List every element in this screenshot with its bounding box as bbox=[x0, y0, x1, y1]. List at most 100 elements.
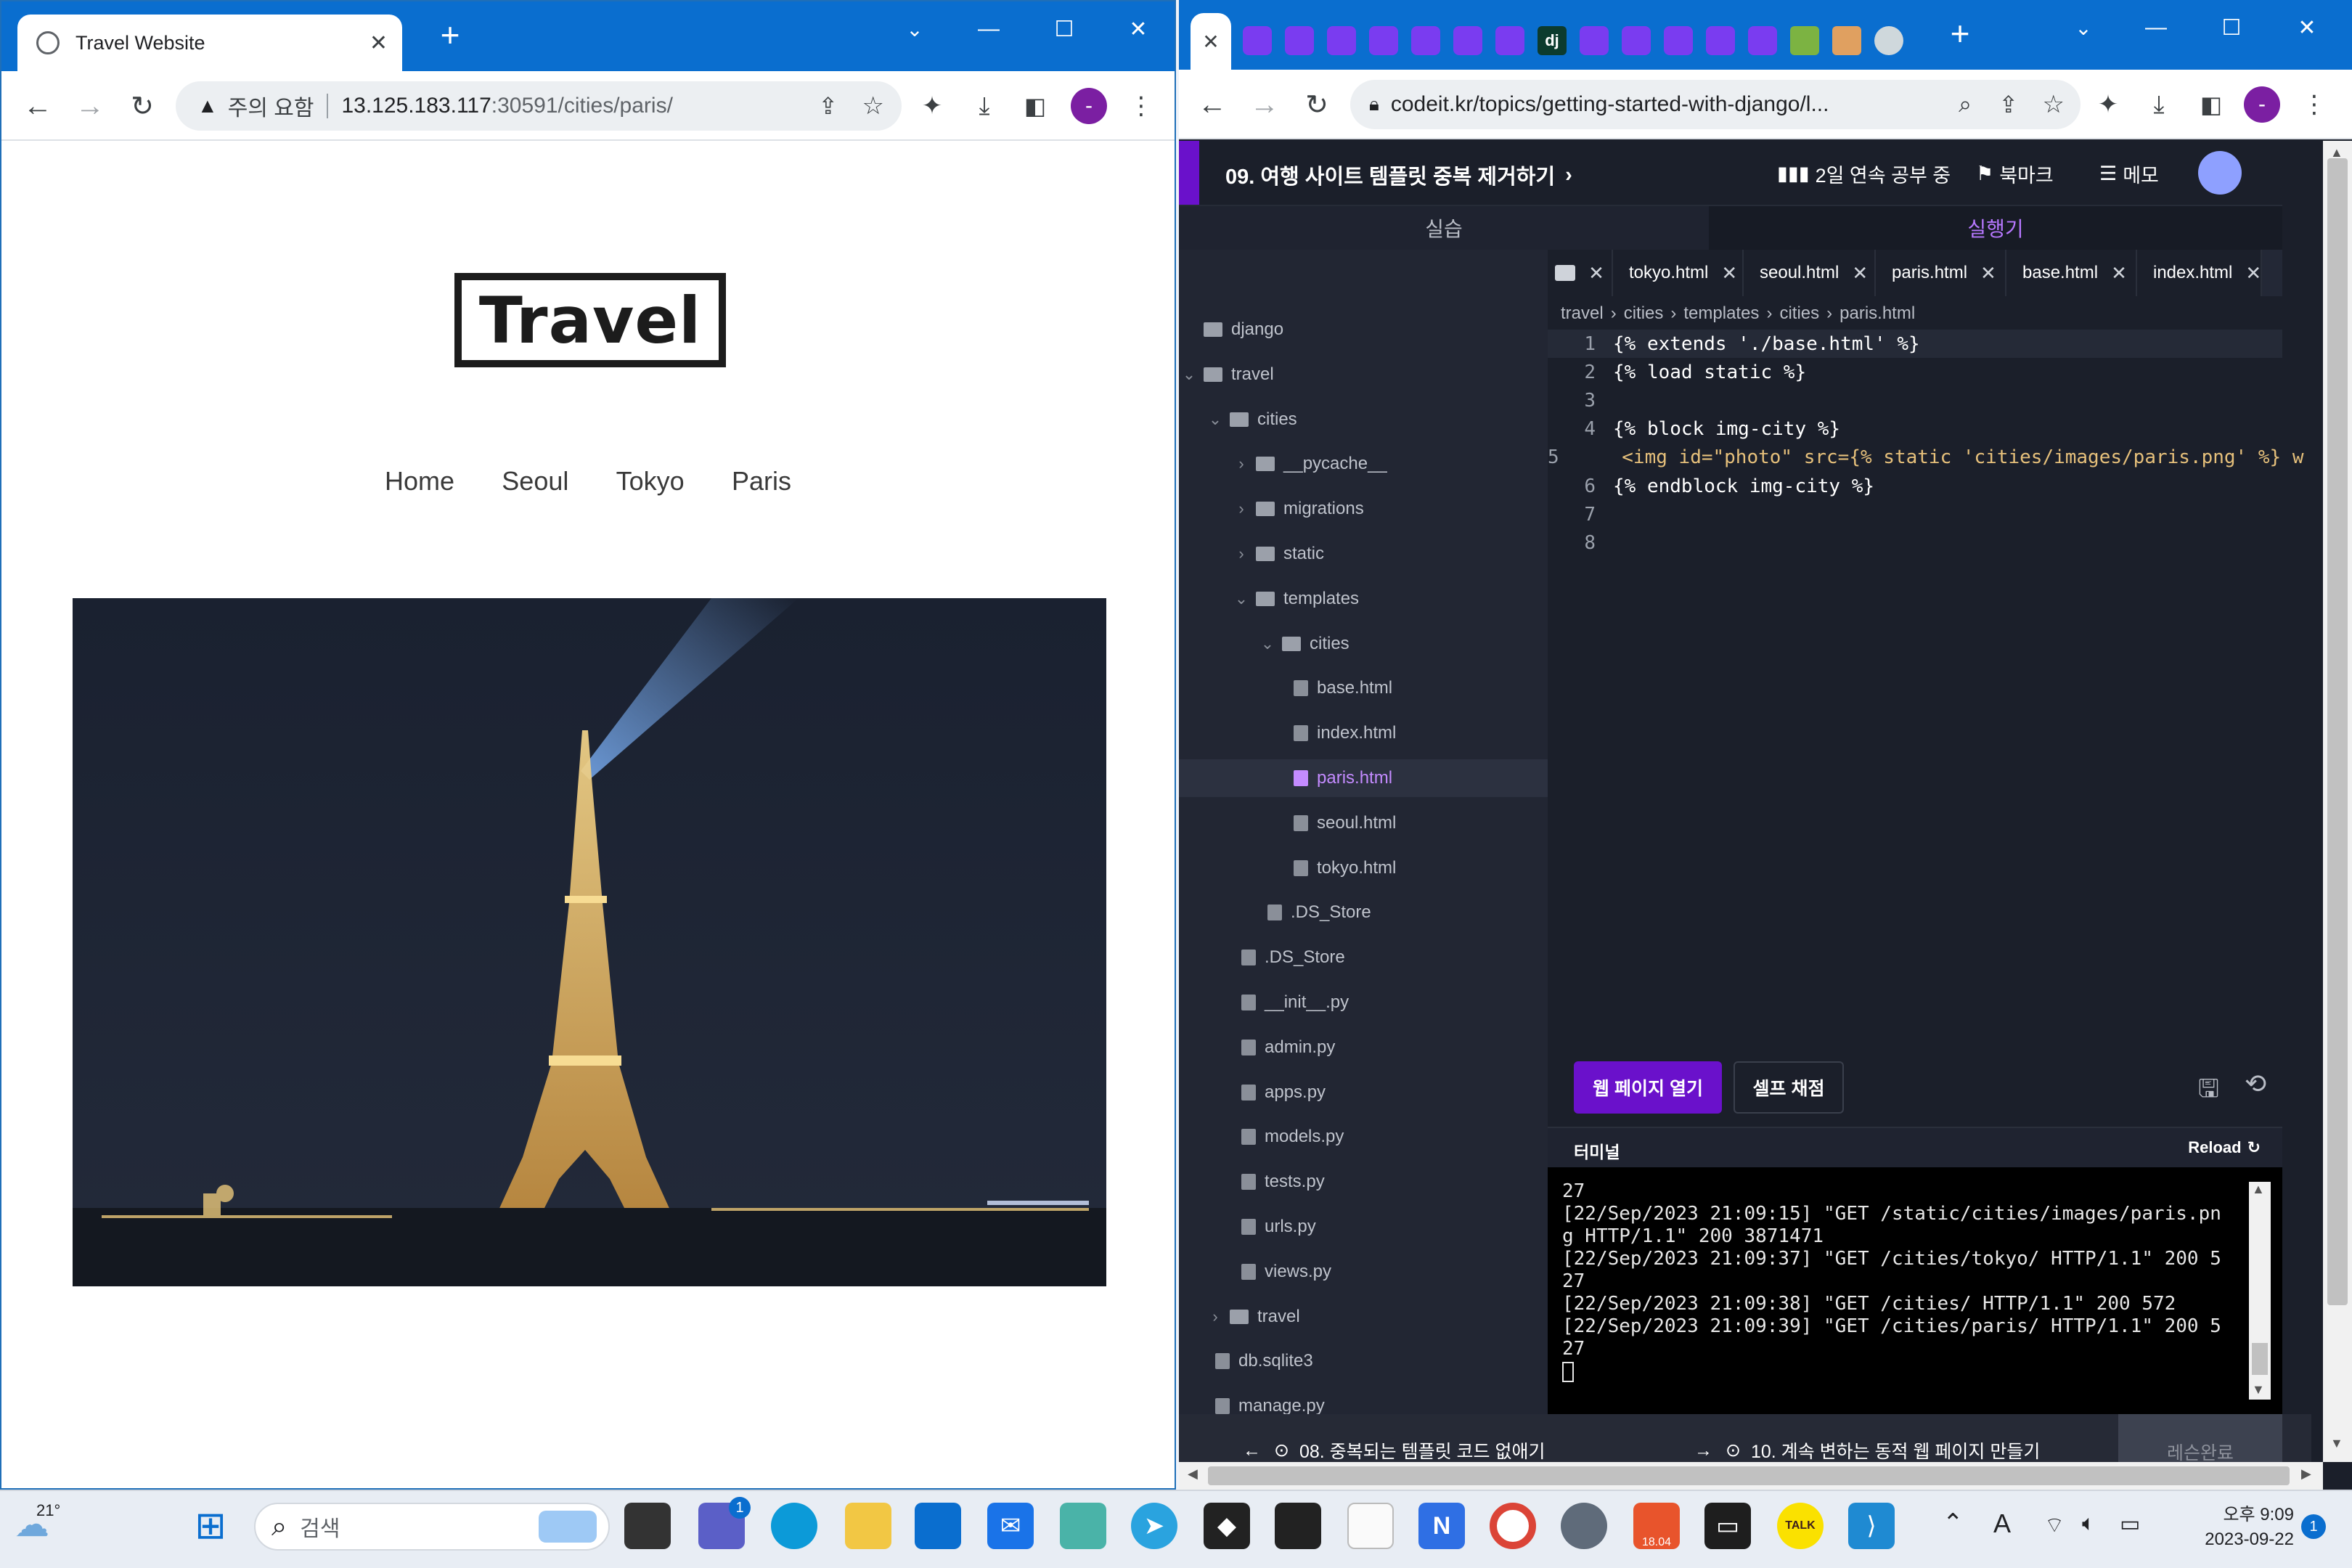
back-arrow-icon[interactable]: ← bbox=[1191, 83, 1234, 126]
tab-practice[interactable]: 실습 bbox=[1179, 206, 1709, 250]
minimize-button[interactable]: — bbox=[2120, 7, 2192, 48]
nav-link-tokyo[interactable]: Tokyo bbox=[616, 466, 685, 497]
tree-file-seoulhtml[interactable]: seoul.html bbox=[1179, 804, 1548, 842]
close-icon[interactable]: ✕ bbox=[1980, 262, 1996, 285]
breadcrumb-item[interactable]: cities bbox=[1779, 303, 1819, 324]
codeit-tab-icon[interactable] bbox=[1285, 26, 1314, 55]
nav-link-home[interactable]: Home bbox=[385, 466, 454, 497]
weather-widget[interactable]: ☁ 21° bbox=[15, 1501, 60, 1545]
reload-icon[interactable]: ↻ bbox=[121, 84, 164, 128]
tree-file-indexhtml[interactable]: index.html bbox=[1179, 714, 1548, 752]
app-n-icon[interactable]: N bbox=[1418, 1503, 1465, 1549]
history-icon[interactable]: ⟲ bbox=[2245, 1069, 2266, 1099]
tree-file-dsstore[interactable]: .DS_Store bbox=[1179, 894, 1548, 931]
maximize-button[interactable]: ☐ bbox=[1028, 9, 1101, 49]
terminal-output[interactable]: 27 [22/Sep/2023 21:09:15] "GET /static/ci… bbox=[1548, 1167, 2282, 1414]
tree-file-testspy[interactable]: tests.py bbox=[1179, 1163, 1548, 1201]
extensions-icon[interactable]: ✦ bbox=[2086, 83, 2130, 126]
kebab-menu-icon[interactable]: ⋮ bbox=[1119, 84, 1163, 128]
site-logo[interactable]: Travel bbox=[454, 273, 726, 367]
edge-icon[interactable] bbox=[771, 1503, 817, 1549]
tree-file-adminpy[interactable]: admin.py bbox=[1179, 1029, 1548, 1066]
file-explorer-icon[interactable] bbox=[845, 1503, 891, 1549]
maximize-button[interactable]: ☐ bbox=[2195, 7, 2268, 48]
address-bar[interactable]: 🔒︎ codeit.kr/topics/getting-started-with… bbox=[1350, 80, 2081, 129]
profile-button[interactable]: - bbox=[2240, 83, 2284, 126]
download-icon[interactable]: ⤓ bbox=[963, 84, 1006, 128]
share-icon[interactable]: ⇪ bbox=[818, 92, 838, 120]
telegram-icon[interactable]: ➤ bbox=[1131, 1503, 1177, 1549]
terminal-scrollbar[interactable]: ▲ ▼ bbox=[2249, 1182, 2271, 1400]
address-bar[interactable]: ▲ 주의 요함 13.125.183.117 :30591/cities/par… bbox=[176, 81, 902, 131]
codeit-tab-icon[interactable] bbox=[1453, 26, 1482, 55]
tree-folder-travel[interactable]: › travel bbox=[1179, 1298, 1548, 1336]
lesson-title[interactable]: 09. 여행 사이트 템플릿 중복 제거하기 › bbox=[1225, 160, 1572, 190]
self-grade-button[interactable]: 셀프 채점 bbox=[1734, 1061, 1844, 1114]
blank-file-icon[interactable] bbox=[1347, 1503, 1394, 1549]
download-icon[interactable]: ⤓ bbox=[2137, 83, 2181, 126]
vscode-icon[interactable]: ⟩ bbox=[1848, 1503, 1895, 1549]
scroll-down-icon[interactable]: ▼ bbox=[2252, 1382, 2265, 1397]
tray-overflow-chevron-icon[interactable]: ⌃ bbox=[1943, 1508, 1964, 1538]
minimize-button[interactable]: — bbox=[952, 9, 1025, 49]
scroll-right-icon[interactable]: ▶ bbox=[2301, 1466, 2311, 1482]
tree-file-parishtml[interactable]: paris.html bbox=[1179, 759, 1548, 797]
reload-icon[interactable]: ↻ bbox=[1295, 83, 1339, 126]
editor-tab-basehtml[interactable]: base.html ✕ bbox=[2006, 250, 2137, 296]
tab-search-chevron-icon[interactable]: ⌄ bbox=[878, 9, 951, 49]
reload-button[interactable]: Reload ↻ bbox=[2188, 1138, 2261, 1157]
codeit-tab-icon[interactable] bbox=[1622, 26, 1651, 55]
wifi-icon[interactable]: ⌔ bbox=[2044, 1511, 2065, 1539]
django-tab-icon[interactable]: dj bbox=[1538, 26, 1567, 55]
tree-file-urlspy[interactable]: urls.py bbox=[1179, 1208, 1548, 1246]
clock[interactable]: 오후 9:09 2023-09-22 bbox=[2171, 1500, 2294, 1550]
nav-link-paris[interactable]: Paris bbox=[732, 466, 791, 497]
codeit-tab-icon[interactable] bbox=[1243, 26, 1272, 55]
notification-badge[interactable]: 1 bbox=[2301, 1514, 2326, 1539]
scroll-up-icon[interactable]: ▲ bbox=[2252, 1182, 2265, 1197]
tree-folder-pycache[interactable]: › __pycache__ bbox=[1179, 445, 1548, 483]
scroll-thumb[interactable] bbox=[2327, 158, 2348, 1305]
chrome-icon[interactable] bbox=[1490, 1503, 1536, 1549]
tree-folder-django[interactable]: django bbox=[1179, 311, 1548, 348]
new-tab-button[interactable]: + bbox=[414, 15, 486, 55]
codeit-tab-icon[interactable] bbox=[1369, 26, 1398, 55]
star-icon[interactable]: ☆ bbox=[2043, 90, 2065, 119]
nav-link-seoul[interactable]: Seoul bbox=[502, 466, 568, 497]
codeit-tab-icon[interactable] bbox=[1411, 26, 1440, 55]
tree-file-basehtml[interactable]: base.html bbox=[1179, 669, 1548, 707]
h-scroll-thumb[interactable] bbox=[1208, 1466, 2290, 1485]
back-arrow-icon[interactable]: ← bbox=[16, 84, 60, 128]
close-icon[interactable]: ✕ bbox=[1721, 262, 1737, 285]
active-tab-codeit[interactable]: ✕ bbox=[1191, 13, 1231, 70]
sticky-notes-icon[interactable] bbox=[1275, 1503, 1321, 1549]
side-panel-icon[interactable]: ◧ bbox=[1013, 84, 1057, 128]
tree-folder-static[interactable]: › static bbox=[1179, 535, 1548, 573]
grid-app-tab-icon[interactable] bbox=[1790, 26, 1819, 55]
breadcrumb-item[interactable]: paris.html bbox=[1839, 303, 1915, 324]
share-icon[interactable]: ⇪ bbox=[1998, 91, 2018, 118]
star-icon[interactable]: ☆ bbox=[862, 91, 884, 121]
open-web-page-button[interactable]: 웹 페이지 열기 bbox=[1574, 1061, 1722, 1114]
memo-button[interactable]: ☰ 메모 bbox=[2099, 160, 2159, 188]
globe-tab-icon[interactable] bbox=[1874, 26, 1903, 55]
profile-button[interactable]: - bbox=[1067, 84, 1111, 128]
bookmark-button[interactable]: ⚑ 북마크 bbox=[1976, 160, 2054, 188]
page-horizontal-scrollbar[interactable]: ◀ ▶ bbox=[1179, 1462, 2323, 1490]
windows-start-icon[interactable]: ⊞ bbox=[187, 1503, 234, 1549]
kebab-menu-icon[interactable]: ⋮ bbox=[2292, 83, 2336, 126]
tab-runner[interactable]: 실행기 bbox=[1709, 206, 2282, 250]
breadcrumb-item[interactable]: travel bbox=[1561, 303, 1604, 324]
close-icon[interactable]: ✕ bbox=[2111, 262, 2127, 285]
close-tab-icon[interactable]: ✕ bbox=[1202, 30, 1219, 54]
code-editor[interactable]: 1 {% extends './base.html' %} 2 {% load sta… bbox=[1548, 330, 2303, 1041]
notepad-icon[interactable] bbox=[1060, 1503, 1106, 1549]
pencil-tab-icon[interactable] bbox=[1832, 26, 1861, 55]
codeit-tab-icon[interactable] bbox=[1580, 26, 1609, 55]
scroll-thumb[interactable] bbox=[2252, 1343, 2268, 1375]
tree-file-modelspy[interactable]: models.py bbox=[1179, 1118, 1548, 1156]
tree-file-tokyohtml[interactable]: tokyo.html bbox=[1179, 849, 1548, 887]
tree-folder-travel[interactable]: ⌄ travel bbox=[1179, 356, 1548, 393]
codeit-tab-icon[interactable] bbox=[1495, 26, 1524, 55]
prev-lesson-link[interactable]: ← ⊙ 08. 중복되는 템플릿 코드 없애기 bbox=[1243, 1437, 1545, 1463]
